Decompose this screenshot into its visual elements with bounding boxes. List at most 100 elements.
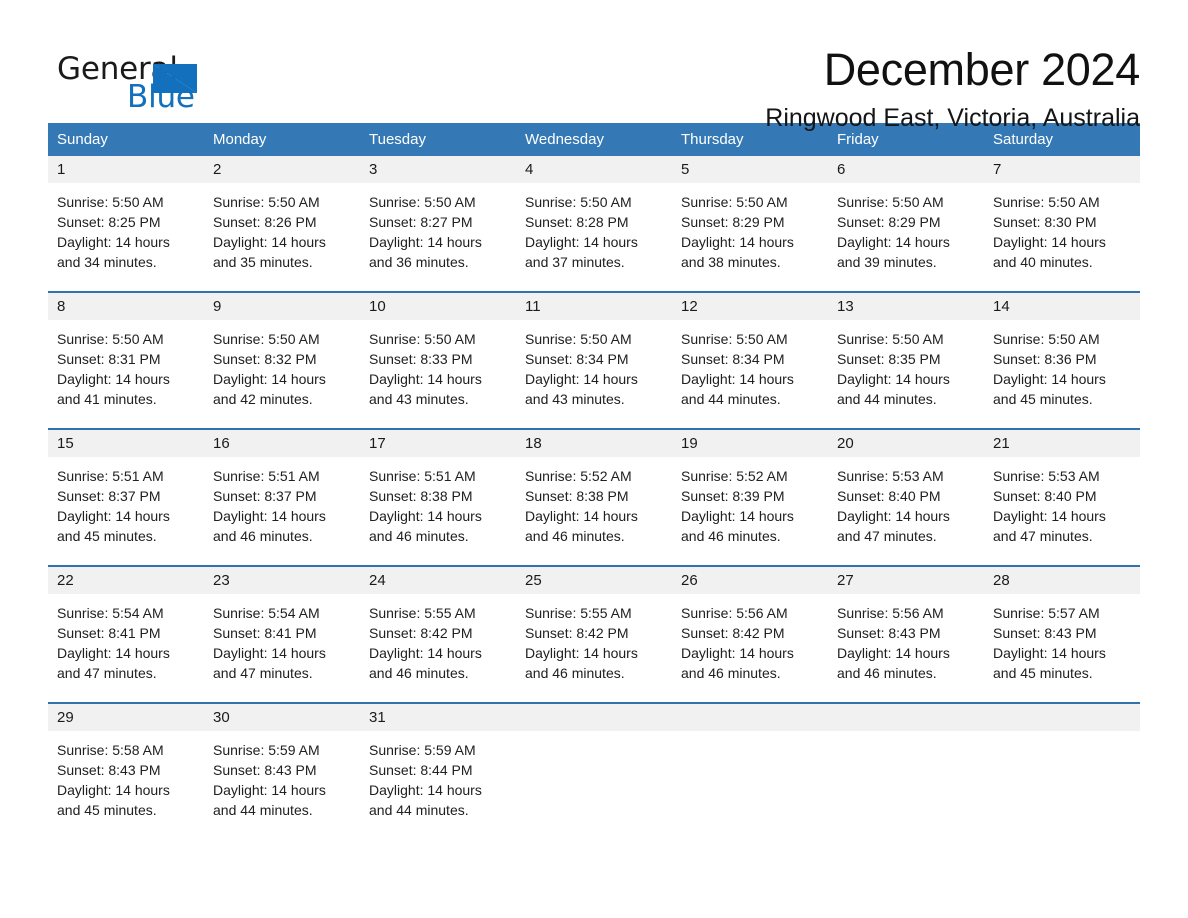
day-cell[interactable]: 4 Sunrise: 5:50 AM Sunset: 8:28 PM Dayli… — [516, 156, 672, 270]
sunset-line: Sunset: 8:42 PM — [369, 625, 473, 641]
day-number: 7 — [993, 161, 1002, 178]
day-number-band: 9 — [204, 293, 360, 320]
daylight-line-1: Daylight: 14 hours — [525, 645, 638, 661]
weekday-sunday: Sunday — [57, 131, 108, 148]
day-number-band: 22 — [48, 567, 204, 594]
day-number-band: 11 — [516, 293, 672, 320]
day-number: 8 — [57, 298, 66, 315]
daylight-line-1: Daylight: 14 hours — [681, 234, 794, 250]
sunset-line: Sunset: 8:34 PM — [525, 351, 629, 367]
day-number-band: 21 — [984, 430, 1140, 457]
day-cell[interactable]: 24 Sunrise: 5:55 AM Sunset: 8:42 PM Dayl… — [360, 567, 516, 681]
day-number: 2 — [213, 161, 222, 178]
sunset-line: Sunset: 8:44 PM — [369, 762, 473, 778]
day-cell[interactable]: 10 Sunrise: 5:50 AM Sunset: 8:33 PM Dayl… — [360, 293, 516, 407]
day-number: 31 — [369, 709, 386, 726]
day-number-band: 14 — [984, 293, 1140, 320]
sunset-line: Sunset: 8:27 PM — [369, 214, 473, 230]
sunset-line: Sunset: 8:40 PM — [837, 488, 941, 504]
day-cell[interactable]: 12 Sunrise: 5:50 AM Sunset: 8:34 PM Dayl… — [672, 293, 828, 407]
daylight-line-2: and 46 minutes. — [369, 665, 469, 681]
day-number-band: 10 — [360, 293, 516, 320]
daylight-line-2: and 39 minutes. — [837, 254, 937, 270]
general-blue-logo[interactable]: General Blue — [48, 44, 268, 116]
day-cell[interactable]: 14 Sunrise: 5:50 AM Sunset: 8:36 PM Dayl… — [984, 293, 1140, 407]
daylight-line-1: Daylight: 14 hours — [57, 508, 170, 524]
daylight-line-2: and 40 minutes. — [993, 254, 1093, 270]
sunset-line: Sunset: 8:42 PM — [681, 625, 785, 641]
day-cell[interactable]: 26 Sunrise: 5:56 AM Sunset: 8:42 PM Dayl… — [672, 567, 828, 681]
day-cell[interactable]: 21 Sunrise: 5:53 AM Sunset: 8:40 PM Dayl… — [984, 430, 1140, 544]
weekday-tuesday: Tuesday — [369, 131, 426, 148]
day-cell[interactable]: 19 Sunrise: 5:52 AM Sunset: 8:39 PM Dayl… — [672, 430, 828, 544]
daylight-line-2: and 41 minutes. — [57, 391, 157, 407]
day-cell[interactable]: 22 Sunrise: 5:54 AM Sunset: 8:41 PM Dayl… — [48, 567, 204, 681]
day-cell[interactable]: 18 Sunrise: 5:52 AM Sunset: 8:38 PM Dayl… — [516, 430, 672, 544]
sunrise-line: Sunrise: 5:50 AM — [369, 194, 476, 210]
sunset-line: Sunset: 8:36 PM — [993, 351, 1097, 367]
day-number-band: 26 — [672, 567, 828, 594]
day-details: Sunrise: 5:51 AM Sunset: 8:37 PM Dayligh… — [204, 457, 360, 544]
sunrise-line: Sunrise: 5:55 AM — [369, 605, 476, 621]
day-details: Sunrise: 5:53 AM Sunset: 8:40 PM Dayligh… — [984, 457, 1140, 544]
day-cell[interactable]: 7 Sunrise: 5:50 AM Sunset: 8:30 PM Dayli… — [984, 156, 1140, 270]
daylight-line-2: and 38 minutes. — [681, 254, 781, 270]
day-details: Sunrise: 5:50 AM Sunset: 8:33 PM Dayligh… — [360, 320, 516, 407]
day-cell[interactable]: 23 Sunrise: 5:54 AM Sunset: 8:41 PM Dayl… — [204, 567, 360, 681]
sunset-line: Sunset: 8:30 PM — [993, 214, 1097, 230]
day-cell[interactable]: 5 Sunrise: 5:50 AM Sunset: 8:29 PM Dayli… — [672, 156, 828, 270]
day-details — [984, 731, 1140, 811]
day-cell[interactable]: 2 Sunrise: 5:50 AM Sunset: 8:26 PM Dayli… — [204, 156, 360, 270]
sunrise-line: Sunrise: 5:57 AM — [993, 605, 1100, 621]
day-details: Sunrise: 5:50 AM Sunset: 8:29 PM Dayligh… — [672, 183, 828, 270]
day-cell[interactable]: 30 Sunrise: 5:59 AM Sunset: 8:43 PM Dayl… — [204, 704, 360, 818]
day-cell[interactable]: 16 Sunrise: 5:51 AM Sunset: 8:37 PM Dayl… — [204, 430, 360, 544]
sunset-line: Sunset: 8:43 PM — [213, 762, 317, 778]
day-details: Sunrise: 5:50 AM Sunset: 8:32 PM Dayligh… — [204, 320, 360, 407]
day-number: 5 — [681, 161, 690, 178]
daylight-line-1: Daylight: 14 hours — [837, 371, 950, 387]
sunset-line: Sunset: 8:26 PM — [213, 214, 317, 230]
sunset-line: Sunset: 8:29 PM — [681, 214, 785, 230]
day-number-band: 29 — [48, 704, 204, 731]
day-number-band: 2 — [204, 156, 360, 183]
day-cell[interactable]: 1 Sunrise: 5:50 AM Sunset: 8:25 PM Dayli… — [48, 156, 204, 270]
sunrise-line: Sunrise: 5:50 AM — [525, 331, 632, 347]
sunrise-line: Sunrise: 5:54 AM — [57, 605, 164, 621]
day-details: Sunrise: 5:50 AM Sunset: 8:34 PM Dayligh… — [672, 320, 828, 407]
day-cell[interactable]: 15 Sunrise: 5:51 AM Sunset: 8:37 PM Dayl… — [48, 430, 204, 544]
daylight-line-2: and 45 minutes. — [993, 665, 1093, 681]
sunrise-line: Sunrise: 5:50 AM — [369, 331, 476, 347]
day-cell[interactable]: 13 Sunrise: 5:50 AM Sunset: 8:35 PM Dayl… — [828, 293, 984, 407]
daylight-line-1: Daylight: 14 hours — [681, 508, 794, 524]
day-number-band: 4 — [516, 156, 672, 183]
day-cell[interactable]: 6 Sunrise: 5:50 AM Sunset: 8:29 PM Dayli… — [828, 156, 984, 270]
day-details: Sunrise: 5:52 AM Sunset: 8:39 PM Dayligh… — [672, 457, 828, 544]
day-cell[interactable]: 27 Sunrise: 5:56 AM Sunset: 8:43 PM Dayl… — [828, 567, 984, 681]
day-cell[interactable]: 28 Sunrise: 5:57 AM Sunset: 8:43 PM Dayl… — [984, 567, 1140, 681]
day-details: Sunrise: 5:57 AM Sunset: 8:43 PM Dayligh… — [984, 594, 1140, 681]
weekday-saturday: Saturday — [993, 131, 1054, 148]
day-cell[interactable]: 8 Sunrise: 5:50 AM Sunset: 8:31 PM Dayli… — [48, 293, 204, 407]
day-cell[interactable]: 17 Sunrise: 5:51 AM Sunset: 8:38 PM Dayl… — [360, 430, 516, 544]
day-cell[interactable]: 31 Sunrise: 5:59 AM Sunset: 8:44 PM Dayl… — [360, 704, 516, 818]
sunset-line: Sunset: 8:43 PM — [993, 625, 1097, 641]
day-cell[interactable]: 29 Sunrise: 5:58 AM Sunset: 8:43 PM Dayl… — [48, 704, 204, 818]
day-details: Sunrise: 5:50 AM Sunset: 8:35 PM Dayligh… — [828, 320, 984, 407]
daylight-line-1: Daylight: 14 hours — [993, 508, 1106, 524]
day-cell[interactable]: 25 Sunrise: 5:55 AM Sunset: 8:42 PM Dayl… — [516, 567, 672, 681]
day-cell[interactable]: 20 Sunrise: 5:53 AM Sunset: 8:40 PM Dayl… — [828, 430, 984, 544]
logo-triangle-icon — [153, 64, 197, 93]
sunset-line: Sunset: 8:32 PM — [213, 351, 317, 367]
daylight-line-2: and 47 minutes. — [993, 528, 1093, 544]
page-title: December 2024 — [823, 44, 1141, 95]
day-details: Sunrise: 5:50 AM Sunset: 8:26 PM Dayligh… — [204, 183, 360, 270]
day-cell[interactable]: 11 Sunrise: 5:50 AM Sunset: 8:34 PM Dayl… — [516, 293, 672, 407]
daylight-line-1: Daylight: 14 hours — [213, 508, 326, 524]
day-cell[interactable]: 3 Sunrise: 5:50 AM Sunset: 8:27 PM Dayli… — [360, 156, 516, 270]
sunrise-line: Sunrise: 5:50 AM — [213, 194, 320, 210]
sunset-line: Sunset: 8:43 PM — [57, 762, 161, 778]
day-cell[interactable]: 9 Sunrise: 5:50 AM Sunset: 8:32 PM Dayli… — [204, 293, 360, 407]
day-number: 23 — [213, 572, 230, 589]
daylight-line-2: and 43 minutes. — [525, 391, 625, 407]
